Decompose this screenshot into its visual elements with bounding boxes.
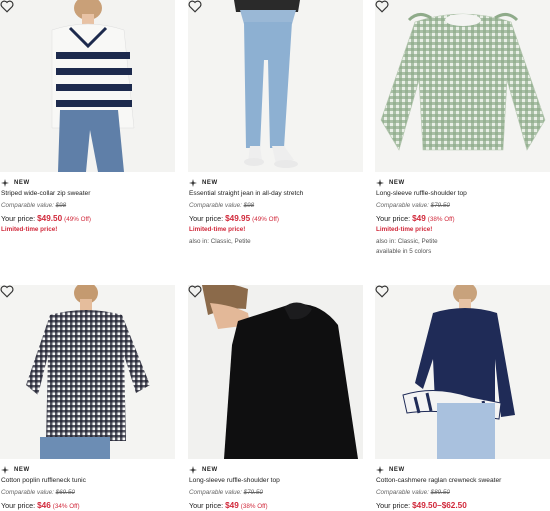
color-count[interactable]: available in 5 colors (376, 248, 550, 258)
sparkle-icon (1, 179, 9, 187)
model-illustration (234, 0, 300, 168)
product-price: Your price: $49 (38% Off) (189, 501, 268, 510)
product-image[interactable] (188, 0, 363, 172)
product-card[interactable]: NEW Long-sleeve ruffle-shoulder top Comp… (375, 0, 550, 270)
comparable-value: Comparable value: $69.50 (1, 489, 75, 496)
product-name[interactable]: Long-sleeve ruffle-shoulder top (376, 190, 550, 201)
heart-outline-icon[interactable] (0, 285, 14, 298)
new-badge: NEW (376, 465, 550, 475)
product-price: Your price: $49.50 (49% Off) (1, 214, 91, 223)
new-badge-label: NEW (389, 180, 405, 186)
product-image[interactable] (375, 0, 550, 172)
sparkle-icon (189, 466, 197, 474)
new-badge: NEW (189, 178, 363, 188)
model-illustration (51, 0, 135, 172)
sparkle-icon (376, 179, 384, 187)
comparable-value: Comparable value: $89.50 (376, 489, 450, 496)
new-badge: NEW (189, 465, 363, 475)
new-badge: NEW (1, 178, 175, 188)
product-name[interactable]: Essential straight jean in all-day stret… (189, 190, 363, 201)
heart-outline-icon[interactable] (188, 0, 202, 13)
product-image[interactable] (375, 285, 550, 459)
product-image[interactable] (0, 285, 175, 459)
also-in-fits: also in: Classic, Petite (189, 238, 251, 245)
product-price: Your price: $49.50–$62.50 (376, 501, 467, 510)
product-name[interactable]: Long-sleeve ruffle-shoulder top (189, 477, 363, 488)
new-badge-label: NEW (14, 467, 30, 473)
model-illustration (402, 285, 515, 459)
comparable-value: Comparable value: $98 (1, 202, 67, 209)
product-image[interactable] (188, 285, 363, 459)
new-badge-label: NEW (389, 467, 405, 473)
sparkle-icon (1, 466, 9, 474)
new-badge-label: NEW (202, 467, 218, 473)
promo-text: Limited-time price! (1, 226, 58, 233)
heart-outline-icon[interactable] (375, 285, 389, 298)
product-card[interactable]: NEW Striped wide-collar zip sweater Comp… (0, 0, 175, 270)
product-price: Your price: $49.95 (49% Off) (189, 214, 279, 223)
new-badge: NEW (1, 465, 175, 475)
heart-outline-icon[interactable] (188, 285, 202, 298)
product-price: Your price: $49 (38% Off) (376, 214, 455, 223)
product-card[interactable]: NEW Long-sleeve ruffle-shoulder top Comp… (188, 285, 363, 511)
product-name[interactable]: Cotton-cashmere raglan crewneck sweater (376, 477, 550, 488)
product-price: Your price: $46 (34% Off) (1, 501, 80, 510)
new-badge-label: NEW (14, 180, 30, 186)
sparkle-icon (376, 466, 384, 474)
product-image[interactable] (0, 0, 175, 172)
product-name[interactable]: Cotton poplin ruffleneck tunic (1, 477, 175, 488)
heart-outline-icon[interactable] (375, 0, 389, 13)
model-illustration (26, 285, 150, 459)
product-card[interactable]: NEW Cotton poplin ruffleneck tunic Compa… (0, 285, 175, 511)
product-illustration (380, 13, 546, 151)
product-card[interactable]: NEW Cotton-cashmere raglan crewneck swea… (375, 285, 550, 511)
comparable-value: Comparable value: $79.50 (189, 489, 263, 496)
comparable-value: Comparable value: $98 (189, 202, 255, 209)
heart-outline-icon[interactable] (0, 0, 14, 13)
new-badge: NEW (376, 178, 550, 188)
promo-text: Limited-time price! (189, 226, 246, 233)
product-card[interactable]: NEW Essential straight jean in all-day s… (188, 0, 363, 270)
product-name[interactable]: Striped wide-collar zip sweater (1, 190, 175, 201)
promo-text: Limited-time price! (376, 226, 433, 233)
model-illustration (202, 285, 358, 459)
also-in-fits: also in: Classic, Petite (376, 238, 438, 245)
comparable-value: Comparable value: $79.50 (376, 202, 450, 209)
new-badge-label: NEW (202, 180, 218, 186)
sparkle-icon (189, 179, 197, 187)
